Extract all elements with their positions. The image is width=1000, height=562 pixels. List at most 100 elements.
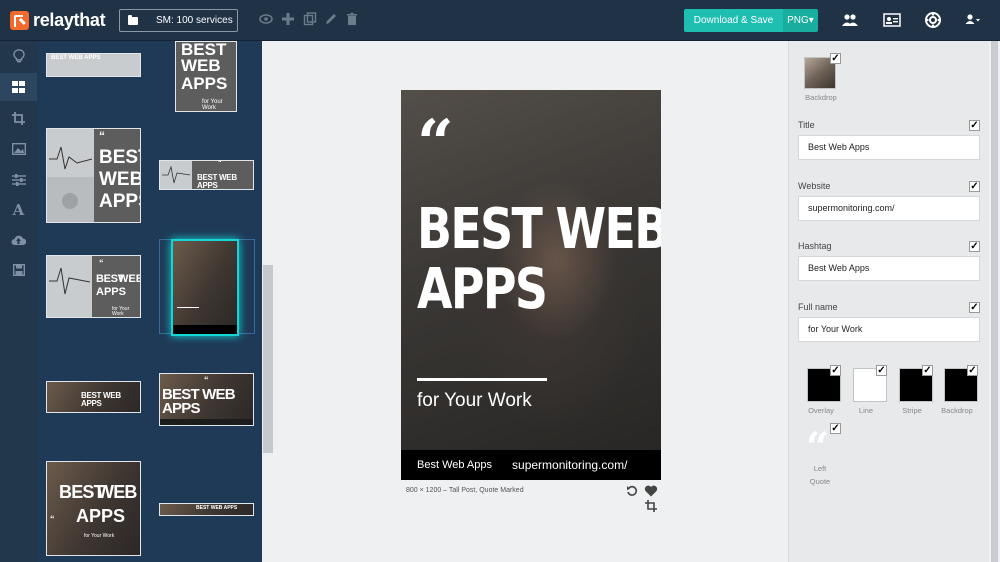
duplicate-icon[interactable] [303, 12, 317, 28]
layout-thumbnail[interactable]: “ BEST WEB APPS [159, 160, 254, 190]
layout-thumbnail[interactable]: BEST WEB APPS for Your Work [175, 41, 237, 112]
hashtag-field-label: Hashtag [798, 241, 832, 251]
selected-layout-thumbnail[interactable]: “ BEST WEB APPS for Your Work [171, 239, 239, 336]
fullname-input[interactable]: for Your Work [798, 317, 980, 342]
website-field-label: Website [798, 181, 831, 191]
layout-thumbnails-panel: BEST WEB APPS BEST WEB APPS for Your Wor… [37, 41, 262, 562]
poster-title-line2: APPS [417, 257, 548, 322]
download-save-button[interactable]: Download & Save [684, 9, 783, 32]
brand-logo[interactable]: relaythat [10, 9, 106, 30]
left-quote-label-line2: Quote [809, 477, 831, 486]
thumb-line [177, 307, 199, 308]
left-quote-label-line1: Left [813, 464, 827, 473]
help-icon[interactable] [924, 11, 942, 29]
thumb-title-line2: WEB [181, 56, 221, 75]
overlay-checkbox[interactable]: ✓ [830, 365, 841, 376]
stripe-checkbox[interactable]: ✓ [922, 365, 933, 376]
thumb-title-line2: WEB [97, 482, 137, 502]
save-icon[interactable] [0, 256, 37, 284]
thumb-subtitle: for Your Work [202, 99, 223, 111]
plus-icon[interactable] [281, 12, 295, 28]
heart-icon[interactable] [644, 485, 658, 499]
text-icon[interactable]: A [0, 196, 37, 224]
undo-icon[interactable] [626, 485, 638, 499]
thumbnails-scrollbar[interactable] [262, 41, 274, 562]
line-checkbox[interactable]: ✓ [876, 365, 887, 376]
relaythat-logo-icon [10, 10, 29, 30]
scrollbar-thumb[interactable] [991, 41, 998, 562]
project-selector-button[interactable]: SM: 100 services [119, 9, 238, 32]
idea-icon[interactable] [0, 42, 37, 70]
thumb-title-line3: APPS [99, 191, 140, 212]
upload-icon[interactable] [0, 226, 37, 254]
left-quote-checkbox[interactable]: ✓ [830, 423, 841, 434]
thumb-stripe [173, 325, 237, 334]
layout-thumbnail[interactable]: “ BEST WEB APPS for Your Work [46, 461, 141, 556]
canvas-size-caption: 800 × 1200 – Tall Post, Quote Marked [406, 487, 524, 494]
title-input[interactable]: Best Web Apps [798, 135, 980, 160]
thumb-quote: “ [99, 129, 105, 143]
website-input[interactable]: supermonitoring.com/ [798, 196, 980, 221]
layout-thumbnail[interactable]: BEST WEB APPS [46, 53, 141, 77]
left-tool-rail: A [0, 41, 37, 562]
layout-thumbnail[interactable]: “ BEST WEB APPS [159, 373, 254, 426]
design-canvas[interactable]: “ BEST WEB APPS for Your Work Best Web A… [401, 90, 661, 480]
image-icon[interactable] [0, 135, 37, 163]
left-quote-icon[interactable]: “ [806, 428, 829, 468]
website-checkbox[interactable]: ✓ [969, 181, 980, 192]
eye-icon[interactable] [259, 12, 273, 28]
thumb-title-line1: BEST [99, 147, 140, 168]
backdrop-label: Backdrop [805, 93, 837, 102]
pencil-icon[interactable] [324, 12, 338, 28]
thumb-quote: “ [50, 514, 55, 524]
poster-title-line1: BEST WEB [417, 197, 661, 262]
layout-thumbnail[interactable]: “ BEST WEB APPS for Your Work [46, 255, 141, 318]
top-bar: relaythat SM: 100 services Download & Sa… [0, 0, 1000, 41]
fullname-field-label: Full name [798, 302, 838, 312]
thumb-title-line3: APPS [181, 74, 228, 93]
brand-name: relaythat [33, 9, 106, 30]
poster-title[interactable]: BEST WEB APPS [417, 197, 661, 322]
hashtag-input[interactable]: Best Web Apps [798, 256, 980, 281]
user-menu-icon[interactable] [963, 11, 981, 29]
thumb-quote: “ [204, 375, 209, 385]
thumb-title-line2: WEB [118, 273, 140, 285]
backdrop-checkbox[interactable]: ✓ [830, 53, 841, 64]
thumb-title: BEST WEB APPS [51, 55, 101, 61]
hashtag-checkbox[interactable]: ✓ [969, 241, 980, 252]
thumb-title-line3: APPS [96, 286, 126, 298]
overlay-label: Overlay [808, 406, 834, 415]
quote-mark[interactable]: “ [417, 112, 454, 176]
poster-fullname[interactable]: for Your Work [417, 390, 532, 412]
layout-thumbnail[interactable]: BEST WEB APPS [46, 381, 141, 413]
adjust-icon[interactable] [0, 166, 37, 194]
layouts-icon[interactable] [0, 73, 37, 101]
project-name: SM: 100 services [156, 15, 233, 26]
thumb-quote: “ [99, 258, 104, 268]
thumb-title: BEST WEB APPS [162, 386, 236, 418]
trash-icon[interactable] [345, 12, 359, 28]
line-label: Line [858, 406, 874, 415]
thumb-subtitle: for Your Work [112, 306, 130, 317]
poster-stripe[interactable]: Best Web Apps supermonitoring.com/ [401, 450, 661, 480]
stripe-label: Stripe [902, 406, 922, 415]
title-checkbox[interactable]: ✓ [969, 120, 980, 131]
crop-icon[interactable] [0, 104, 37, 132]
thumb-title: BEST WEB APPS [81, 391, 121, 408]
poster-website: supermonitoring.com/ [512, 458, 628, 472]
thumb-title-line3: APPS [76, 506, 126, 526]
profile-card-icon[interactable] [883, 11, 901, 29]
crop-icon[interactable] [645, 500, 657, 514]
format-dropdown[interactable]: PNG▾ [783, 9, 818, 32]
scrollbar-thumb[interactable] [263, 265, 273, 453]
poster-line [417, 378, 547, 381]
fullname-checkbox[interactable]: ✓ [969, 302, 980, 313]
backdrop-color-checkbox[interactable]: ✓ [967, 365, 978, 376]
layout-thumbnail[interactable]: “ BEST WEB APPS [46, 128, 141, 223]
team-icon[interactable] [841, 11, 859, 29]
properties-scrollbar[interactable] [989, 41, 1000, 562]
layout-thumbnail[interactable]: BEST WEB APPS [159, 503, 254, 516]
thumb-title: BEST WEB APPS [197, 173, 237, 190]
folder-icon [128, 14, 138, 25]
thumb-quote: “ [218, 160, 222, 167]
